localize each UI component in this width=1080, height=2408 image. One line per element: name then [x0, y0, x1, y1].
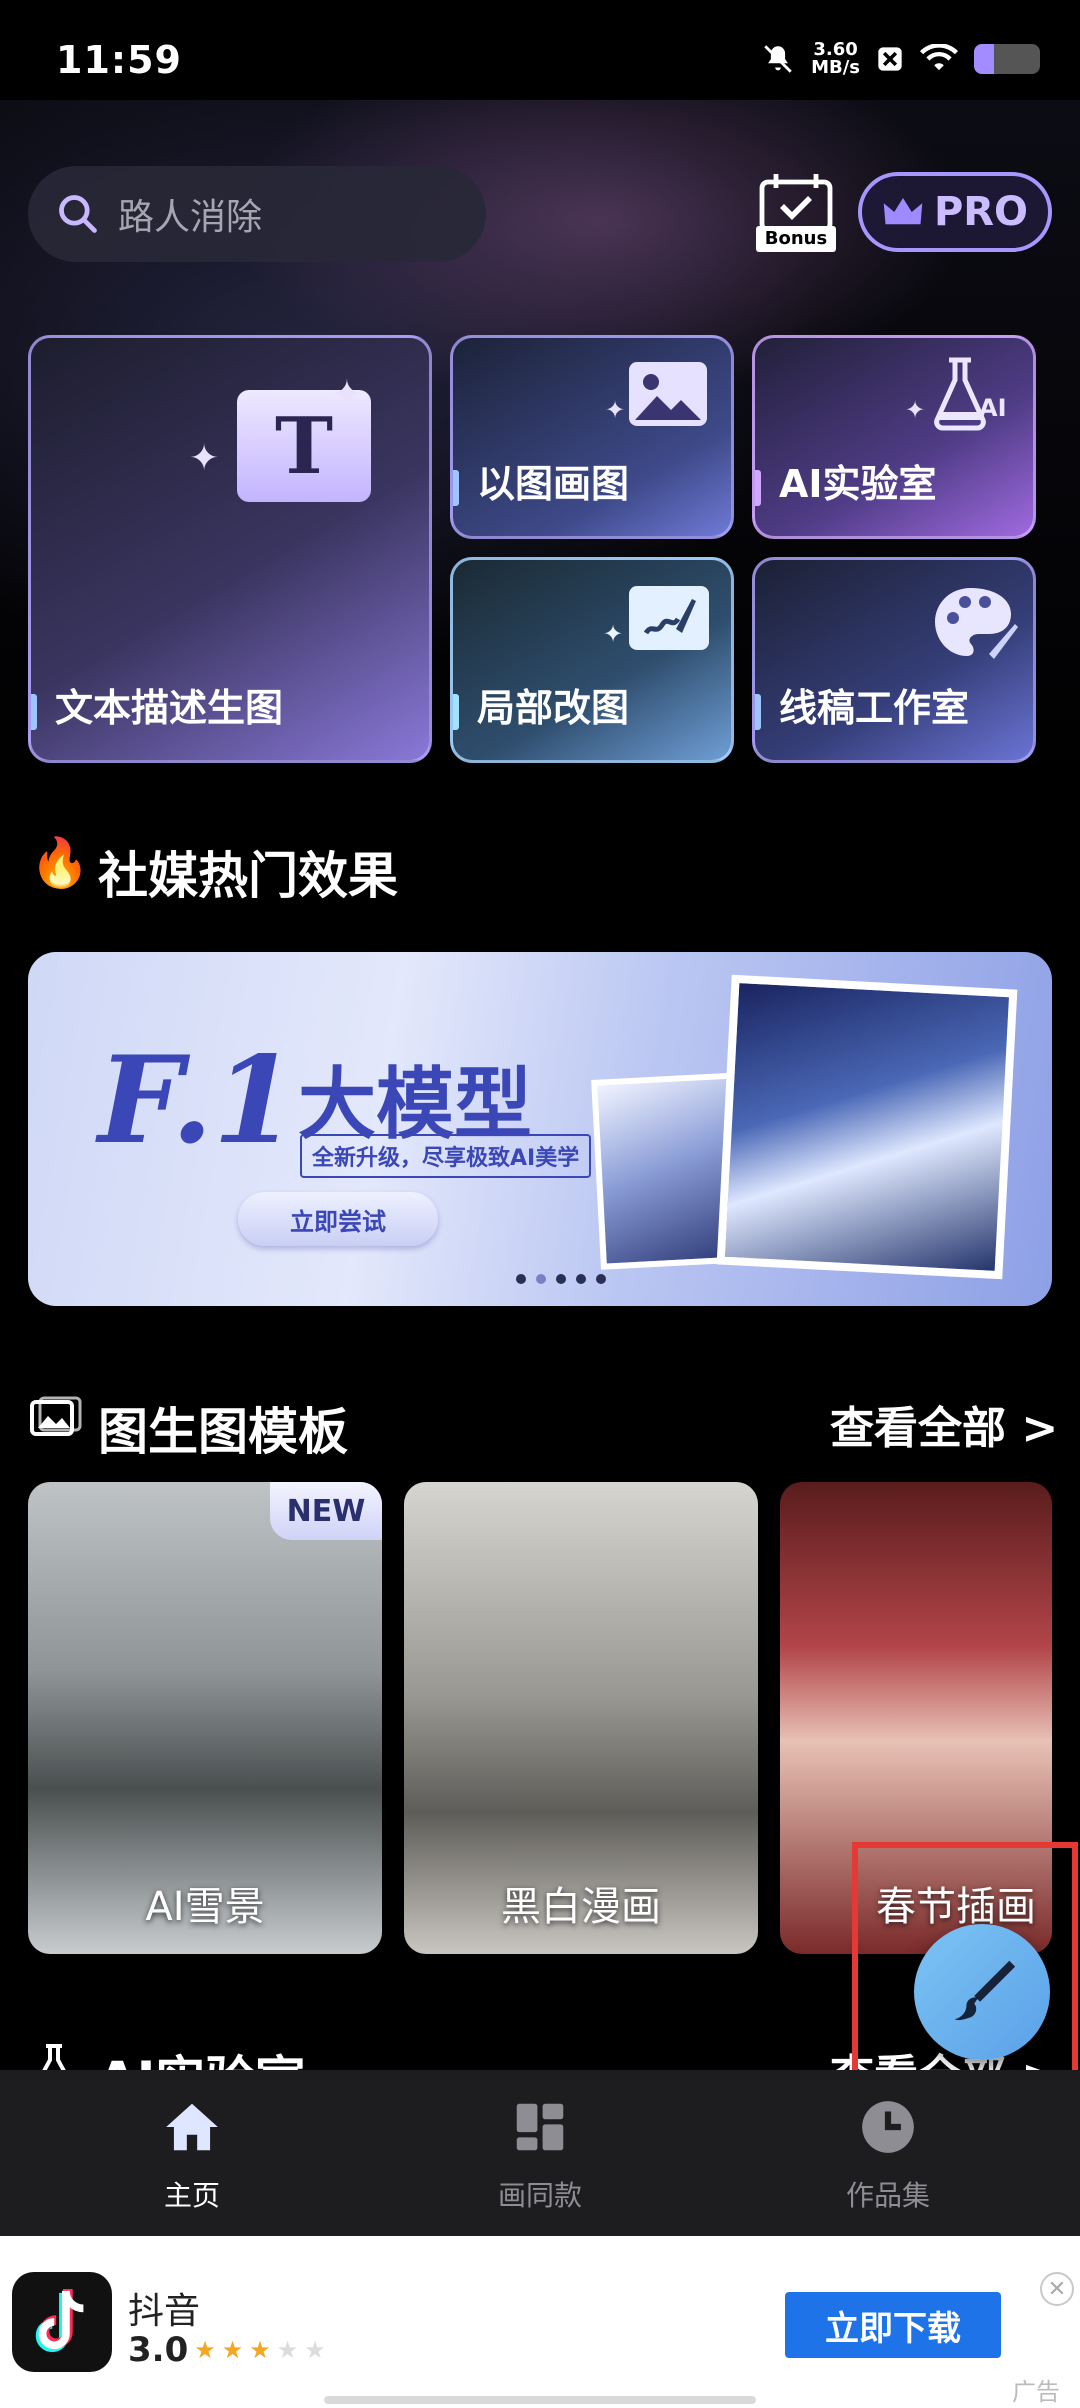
image-icon [629, 362, 707, 426]
sparkle-icon: ✦ [603, 620, 624, 648]
feature-ai-lab[interactable]: AI ✦ AI实验室 [752, 335, 1036, 539]
pagination-dot [556, 1274, 566, 1284]
pro-button[interactable]: PRO [858, 172, 1052, 252]
wifi-icon [920, 44, 958, 71]
feature-label: 以图画图 [477, 462, 630, 506]
nav-works[interactable]: 作品集 [788, 2096, 988, 2214]
nav-label: 作品集 [845, 2179, 930, 2212]
calendar-check-icon [759, 174, 833, 233]
flask-ai-icon: AI [923, 354, 1015, 434]
flask-icon [34, 2044, 74, 2070]
brush-edit-icon [629, 586, 709, 650]
template-label: 黑白漫画 [501, 1884, 661, 1930]
sparkle-icon: ✦ [905, 396, 926, 424]
search-bar[interactable]: 路人消除 [28, 166, 486, 262]
banner-logo: F.1 [98, 1030, 297, 1171]
nav-home[interactable]: 主页 [92, 2096, 292, 2214]
see-all-templates[interactable]: 查看全部 > [830, 1392, 1058, 1456]
bottom-nav: 主页 画同款 作品集 [0, 2070, 1080, 2236]
star-icon: ★ [304, 2336, 326, 2364]
ad-tag: 广告 [1012, 2378, 1060, 2406]
feature-label: 局部改图 [477, 686, 630, 730]
grid-icon [516, 2103, 564, 2151]
star-icon: ★ [276, 2336, 299, 2364]
feature-image-to-image[interactable]: ✦ 以图画图 [450, 335, 734, 539]
mute-icon [764, 45, 792, 73]
sparkle-icon: ✦ [189, 438, 220, 479]
svg-text:AI: AI [979, 394, 1007, 422]
gesture-bar [324, 2396, 756, 2404]
pagination-dot [596, 1274, 606, 1284]
net-speed: 3.60 MB/s [811, 39, 860, 78]
bonus-button[interactable]: Bonus [756, 172, 836, 254]
ad-rating: 3.0 ★ ★ ★ ★ ★ [128, 2330, 326, 2370]
banner-try-button[interactable]: 立即尝试 [238, 1192, 438, 1246]
feature-label: 线稿工作室 [779, 686, 970, 730]
sparkle-icon: ✦ [331, 372, 363, 416]
pagination-dot [536, 1274, 546, 1284]
ad-close-icon[interactable]: ✕ [1040, 2272, 1074, 2306]
section-title-templates: 图生图模板 [98, 1403, 348, 1461]
feature-text-to-image[interactable]: T ✦ ✦ 文本描述生图 [28, 335, 432, 763]
feature-label: AI实验室 [779, 462, 937, 506]
status-time: 11:59 [56, 38, 182, 82]
banner-image-large [716, 974, 1018, 1280]
nav-label: 画同款 [497, 2179, 582, 2212]
notification-x-icon [878, 47, 902, 71]
feature-label: 文本描述生图 [55, 686, 284, 730]
template-card[interactable]: NEW AI雪景 [28, 1482, 382, 1954]
feature-local-edit[interactable]: ✦ 局部改图 [450, 557, 734, 763]
nav-same-style[interactable]: 画同款 [440, 2096, 640, 2214]
status-icons: 3.60 MB/s [761, 34, 1040, 84]
new-badge: NEW [270, 1482, 382, 1540]
bonus-label: Bonus [756, 226, 836, 252]
pro-label: PRO [933, 189, 1029, 235]
section-title-social: 社媒热门效果 [98, 847, 398, 905]
nav-label: 主页 [163, 2179, 220, 2212]
ad-download-button[interactable]: 立即下载 [785, 2292, 1001, 2358]
pagination-dot [516, 1274, 526, 1284]
star-icon: ★ [221, 2336, 244, 2364]
home-icon [166, 2103, 218, 2151]
rating-value: 3.0 [128, 2330, 189, 2370]
highlight-box [852, 1842, 1078, 2094]
sparkle-icon: ✦ [605, 396, 626, 424]
search-icon [59, 195, 97, 233]
feature-lineart-studio[interactable]: 线稿工作室 [752, 557, 1036, 763]
banner-pagination [516, 1274, 606, 1284]
gallery-icon [30, 1396, 82, 1446]
template-card[interactable]: 黑白漫画 [404, 1482, 758, 1954]
promo-banner[interactable]: F.1 大模型 全新升级，尽享极致AI美学 立即尝试 [28, 952, 1052, 1306]
banner-subtitle: 全新升级，尽享极致AI美学 [300, 1134, 592, 1178]
crown-icon [883, 198, 923, 225]
section-title-ai-lab-clip: AI实验室 [98, 2040, 305, 2070]
ad-app-name: 抖音 [128, 2291, 201, 2332]
star-icon: ★ [194, 2336, 216, 2364]
template-label: AI雪景 [145, 1884, 265, 1930]
fire-icon: 🔥 [30, 835, 90, 891]
douyin-app-icon [12, 2272, 112, 2372]
pagination-dot [576, 1274, 586, 1284]
section-title-ai-lab: AI实验室 [98, 2040, 305, 2070]
search-placeholder: 路人消除 [118, 197, 263, 238]
palette-icon [931, 584, 1019, 662]
star-icon: ★ [249, 2336, 271, 2364]
battery-icon [974, 44, 1040, 74]
clock-icon [862, 2101, 914, 2153]
